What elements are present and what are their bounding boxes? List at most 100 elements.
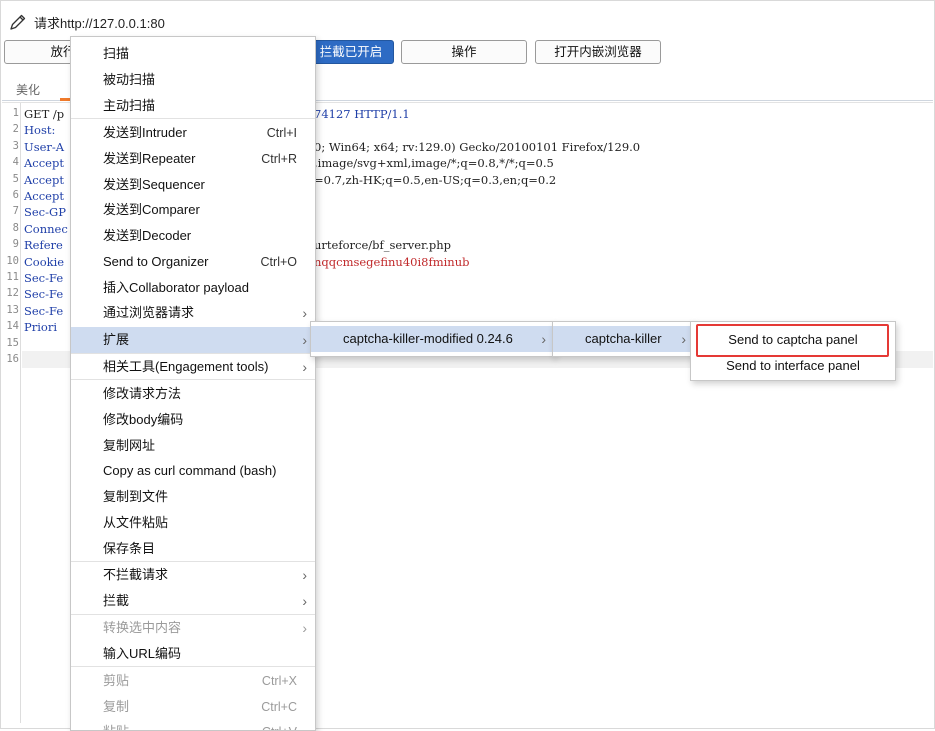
- line-number: 5: [12, 173, 19, 185]
- menu-item-label: 被动扫描: [103, 72, 156, 87]
- menu-item-shortcut: Ctrl+V: [262, 719, 297, 730]
- menu-item-label: 主动扫描: [103, 98, 156, 113]
- code-line-key: Connec: [24, 222, 68, 236]
- code-line-key: Sec-Fe: [24, 287, 64, 301]
- menu-item-label: Send to Organizer: [103, 254, 209, 269]
- code-line-key: GET /p: [24, 107, 65, 121]
- menu-item-shortcut: Ctrl+R: [261, 152, 297, 166]
- line-number: 8: [12, 222, 19, 234]
- chevron-right-icon: ›: [302, 332, 307, 348]
- line-number: 4: [12, 156, 19, 168]
- menu-item-copy: 复制 Ctrl+C: [71, 694, 315, 720]
- menu-item-label: 输入URL编码: [103, 646, 182, 661]
- menu-item-label: 从文件粘贴: [103, 515, 169, 530]
- menu-item-label: 发送到Comparer: [103, 202, 200, 217]
- menu-item-copy-to-file[interactable]: 复制到文件: [71, 484, 315, 510]
- submenu-item-label: captcha-killer: [585, 331, 662, 346]
- code-line-value: ,image/svg+xml,image/*;q=0.8,*/*;q=0.5: [314, 156, 554, 170]
- action-button-label: 操作: [451, 45, 477, 59]
- line-number: 13: [6, 304, 19, 316]
- line-number: 12: [6, 287, 19, 299]
- menu-item-label: 通过浏览器请求: [103, 305, 195, 320]
- menu-item-label: 相关工具(Engagement tools): [103, 359, 269, 374]
- menu-item-send-sequencer[interactable]: 发送到Sequencer: [71, 172, 315, 198]
- chevron-right-icon: ›: [302, 305, 307, 321]
- request-title: 请求http://127.0.0.1:80: [34, 15, 165, 31]
- open-browser-button-label: 打开内嵌浏览器: [554, 45, 642, 59]
- menu-item-label: 发送到Intruder: [103, 125, 187, 140]
- chevron-right-icon: ›: [681, 331, 686, 347]
- line-number: 11: [6, 271, 19, 283]
- code-line-key: Sec-Fe: [24, 304, 64, 318]
- action-button[interactable]: 操作: [401, 40, 527, 64]
- menu-item-paste: 粘贴 Ctrl+V: [71, 719, 315, 730]
- menu-item-paste-from-file[interactable]: 从文件粘贴: [71, 510, 315, 536]
- line-number: 9: [12, 238, 19, 250]
- submenu-item-captcha-killer-modified[interactable]: captcha-killer-modified 0.24.6 ›: [311, 326, 554, 352]
- menu-item-cut: 剪贴 Ctrl+X: [71, 668, 315, 694]
- chevron-right-icon: ›: [302, 567, 307, 583]
- menu-item-scan[interactable]: 扫描: [71, 41, 315, 67]
- menu-item-label: 拦截: [103, 593, 130, 608]
- chevron-right-icon: ›: [302, 620, 307, 636]
- code-line-value: nqqcmsegefinu40i8fminub: [314, 255, 470, 269]
- extensions-submenu: captcha-killer-modified 0.24.6 ›: [310, 321, 555, 357]
- menu-item-dont-intercept[interactable]: 不拦截请求 ›: [71, 562, 315, 588]
- code-line-value: =0.7,zh-HK;q=0.5,en-US;q=0.3,en;q=0.2: [314, 173, 557, 187]
- line-number: 3: [12, 140, 19, 152]
- code-line-value: urteforce/bf_server.php: [314, 238, 452, 252]
- menu-item-shortcut: Ctrl+X: [261, 674, 297, 688]
- code-line-key: Accept: [24, 173, 64, 187]
- line-number: 10: [6, 255, 19, 267]
- submenu-item-captcha-killer[interactable]: captcha-killer ›: [553, 326, 694, 352]
- line-number: 7: [12, 205, 19, 217]
- code-line-key: Sec-GP: [24, 205, 66, 219]
- menu-item-insert-collaborator[interactable]: 插入Collaborator payload: [71, 275, 315, 301]
- tab-pretty[interactable]: 美化: [16, 81, 40, 98]
- menu-item-copy-curl[interactable]: Copy as curl command (bash): [71, 458, 315, 484]
- code-line-key: Priori: [24, 320, 58, 334]
- menu-item-change-method[interactable]: 修改请求方法: [71, 381, 315, 407]
- code-line-key: Sec-Fe: [24, 271, 64, 285]
- submenu-item-label: captcha-killer-modified 0.24.6: [343, 331, 513, 346]
- menu-item-label: 转换选中内容: [103, 620, 182, 635]
- menu-item-label: 发送到Sequencer: [103, 177, 205, 192]
- open-browser-button[interactable]: 打开内嵌浏览器: [535, 40, 661, 64]
- menu-item-extensions[interactable]: 扩展 ›: [71, 327, 315, 353]
- menu-item-passive-scan[interactable]: 被动扫描: [71, 67, 315, 93]
- code-line-value: 0; Win64; x64; rv:129.0) Gecko/20100101 …: [314, 140, 641, 154]
- menu-item-send-comparer[interactable]: 发送到Comparer: [71, 197, 315, 223]
- menu-item-label: 复制: [103, 699, 130, 714]
- request-title-row: 请求http://127.0.0.1:80: [8, 10, 165, 34]
- menu-item-label: Copy as curl command (bash): [103, 463, 277, 478]
- menu-item-active-scan[interactable]: 主动扫描: [71, 93, 315, 119]
- menu-item-send-organizer[interactable]: Send to Organizer Ctrl+O: [71, 249, 315, 275]
- captcha-killer-submenu: captcha-killer ›: [552, 321, 695, 357]
- menu-item-send-repeater[interactable]: 发送到Repeater Ctrl+R: [71, 146, 315, 172]
- code-line-key: Accept: [24, 189, 64, 203]
- captcha-actions-submenu: Send to captcha panel Send to interface …: [690, 321, 896, 381]
- line-number: 2: [12, 123, 19, 135]
- menu-item-request-in-browser[interactable]: 通过浏览器请求 ›: [71, 300, 315, 326]
- menu-item-engagement-tools[interactable]: 相关工具(Engagement tools) ›: [71, 354, 315, 380]
- menu-item-label: 修改请求方法: [103, 386, 182, 401]
- menu-item-label: 插入Collaborator payload: [103, 280, 249, 295]
- menu-item-shortcut: Ctrl+I: [266, 126, 297, 140]
- menu-separator: [71, 666, 315, 667]
- menu-item-intercept[interactable]: 拦截 ›: [71, 588, 315, 614]
- menu-item-save-item[interactable]: 保存条目: [71, 536, 315, 562]
- menu-item-send-decoder[interactable]: 发送到Decoder: [71, 223, 315, 249]
- chevron-right-icon: ›: [302, 593, 307, 609]
- line-number: 6: [12, 189, 19, 201]
- line-number: 14: [6, 320, 19, 332]
- menu-item-copy-url[interactable]: 复制网址: [71, 433, 315, 459]
- menu-item-change-body-encoding[interactable]: 修改body编码: [71, 407, 315, 433]
- menu-item-label: 粘贴: [103, 719, 129, 730]
- pencil-icon[interactable]: [8, 12, 28, 32]
- menu-item-send-intruder[interactable]: 发送到Intruder Ctrl+I: [71, 120, 315, 146]
- code-line-key: Accept: [24, 156, 64, 170]
- code-line-key: User-A: [24, 140, 65, 154]
- menu-item-url-encode[interactable]: 输入URL编码: [71, 641, 315, 667]
- menu-item-label: 发送到Decoder: [103, 228, 192, 243]
- chevron-right-icon: ›: [541, 331, 546, 347]
